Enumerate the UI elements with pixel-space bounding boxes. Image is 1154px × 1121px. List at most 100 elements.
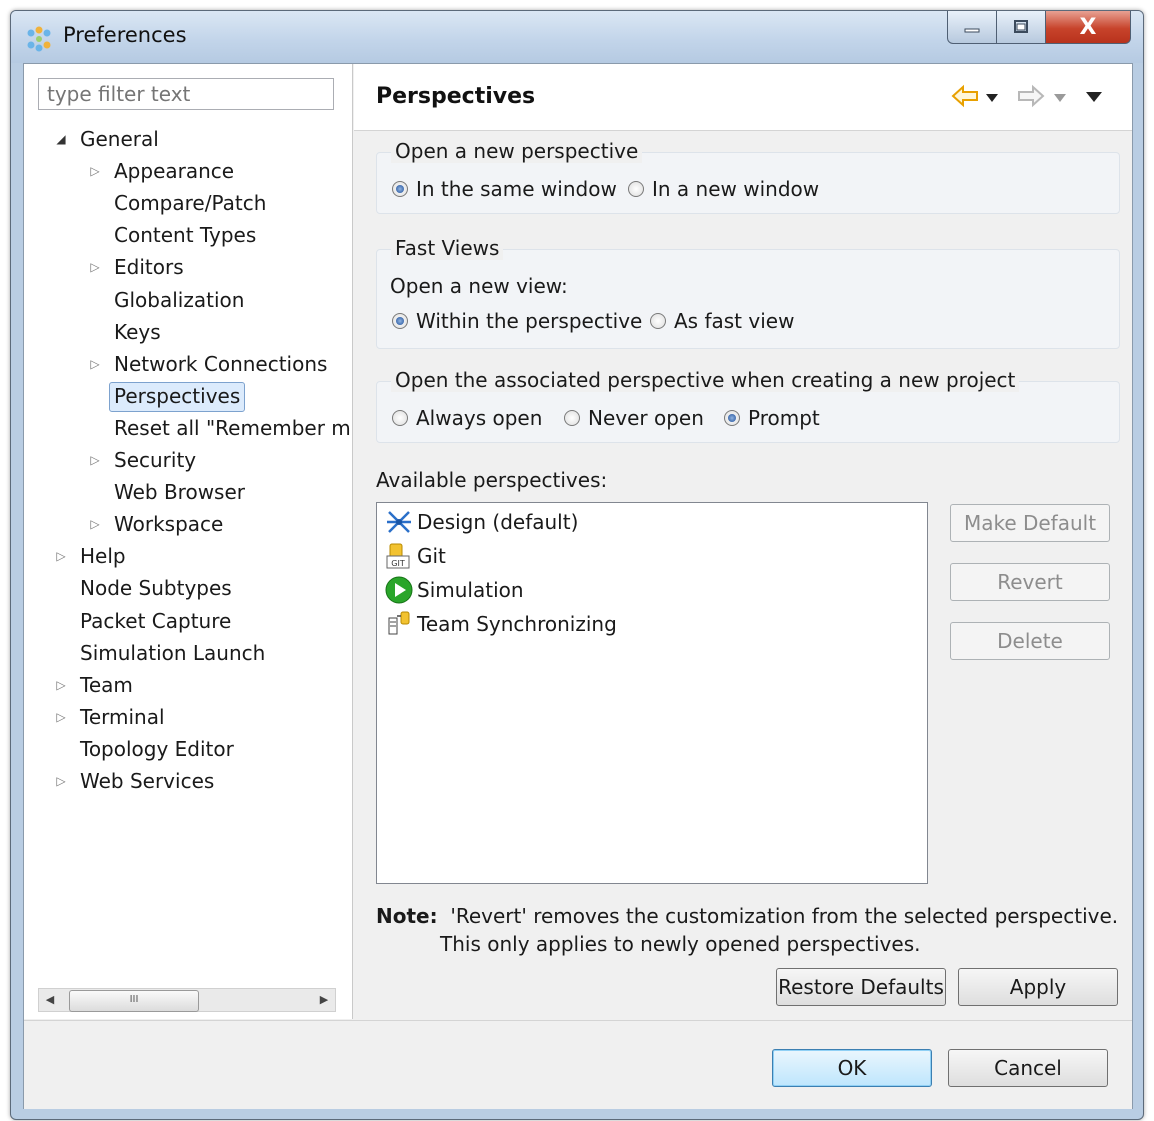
collapsed-arrow-icon[interactable]: ▷	[88, 252, 102, 282]
window-title: Preferences	[63, 23, 187, 47]
tree-item[interactable]: Globalization	[114, 285, 244, 315]
radio-label: In a new window	[652, 177, 820, 201]
filter-input[interactable]	[38, 78, 334, 110]
radio-button-icon[interactable]	[650, 313, 666, 329]
tree-item[interactable]: ▷ Help	[56, 541, 125, 571]
group-label: Open the associated perspective when cre…	[391, 368, 1020, 392]
tree-item-label: Simulation Launch	[80, 641, 266, 665]
tree-item[interactable]: Perspectives	[109, 381, 246, 412]
maximize-icon	[1014, 20, 1028, 33]
chevron-down-icon	[986, 94, 998, 102]
revert-button[interactable]: Revert	[950, 563, 1110, 601]
tree-item[interactable]: ▷ Network Connections	[90, 349, 327, 379]
tree-item[interactable]: Simulation Launch	[80, 638, 265, 668]
tree-item-label: Terminal	[80, 705, 165, 729]
collapsed-arrow-icon[interactable]: ▷	[54, 766, 68, 796]
perspective-label: Git	[417, 544, 446, 568]
collapsed-arrow-icon[interactable]: ▷	[88, 509, 102, 539]
tree-item-label: Packet Capture	[80, 609, 232, 633]
cancel-button[interactable]: Cancel	[948, 1049, 1108, 1087]
available-perspectives-label: Available perspectives:	[376, 468, 608, 492]
radio-as-fast-view[interactable]: As fast view	[650, 309, 794, 333]
list-item[interactable]: Team Synchronizing	[385, 609, 617, 639]
tree-item-label: Perspectives	[109, 382, 246, 412]
preferences-icon	[27, 26, 51, 52]
group-label: Open a new perspective	[391, 139, 643, 163]
collapsed-arrow-icon[interactable]: ▷	[88, 156, 102, 186]
list-item[interactable]: Simulation	[385, 575, 524, 605]
radio-always-open[interactable]: Always open	[392, 406, 542, 430]
view-menu-button[interactable]	[1084, 84, 1104, 112]
back-button[interactable]	[950, 84, 980, 112]
note-line-2: This only applies to newly opened perspe…	[440, 932, 921, 956]
expanded-arrow-icon[interactable]: ◢	[54, 124, 68, 154]
tree-item[interactable]: ◢ General	[56, 124, 159, 154]
forward-history-dropdown[interactable]	[1052, 84, 1068, 112]
tree-item[interactable]: Content Types	[114, 220, 256, 250]
scroll-right-arrow-icon[interactable]: ▶	[313, 989, 335, 1011]
team-synchronizing-icon	[388, 611, 410, 635]
collapsed-arrow-icon[interactable]: ▷	[88, 349, 102, 379]
tree-item[interactable]: ▷ Editors	[90, 252, 184, 282]
radio-within-perspective[interactable]: Within the perspective	[392, 309, 642, 333]
tree-item-label: Web Browser	[114, 480, 246, 504]
radio-new-window[interactable]: In a new window	[628, 177, 819, 201]
radio-same-window[interactable]: In the same window	[392, 177, 617, 201]
collapsed-arrow-icon[interactable]: ▷	[88, 445, 102, 475]
title-bar[interactable]: Preferences X	[11, 11, 1143, 63]
radio-button-icon[interactable]	[628, 181, 644, 197]
radio-button-icon[interactable]	[392, 181, 408, 197]
list-item[interactable]: Design (default)	[385, 507, 578, 537]
radio-button-icon[interactable]	[392, 410, 408, 426]
apply-button[interactable]: Apply	[958, 968, 1118, 1006]
tree-item[interactable]: ▷ Workspace	[90, 509, 223, 539]
tree-item[interactable]: Compare/Patch	[114, 188, 266, 218]
tree-item[interactable]: Node Subtypes	[80, 573, 232, 603]
radio-prompt[interactable]: Prompt	[724, 406, 820, 430]
tree-horizontal-scrollbar[interactable]: ◀ III ▶	[38, 988, 336, 1012]
tree-item[interactable]: Keys	[114, 317, 161, 347]
tree-item[interactable]: Web Browser	[114, 477, 245, 507]
maximize-button[interactable]	[996, 11, 1046, 44]
tree-item[interactable]: Packet Capture	[80, 606, 231, 636]
back-history-dropdown[interactable]	[984, 84, 1000, 112]
radio-button-icon[interactable]	[564, 410, 580, 426]
scroll-left-arrow-icon[interactable]: ◀	[39, 989, 61, 1011]
radio-label: Always open	[416, 406, 543, 430]
list-item[interactable]: GIT Git	[385, 541, 446, 571]
tree-item[interactable]: ▷ Web Services	[56, 766, 214, 796]
delete-button[interactable]: Delete	[950, 622, 1110, 660]
tree-item[interactable]: ▷ Appearance	[90, 156, 234, 186]
collapsed-arrow-icon[interactable]: ▷	[54, 670, 68, 700]
perspective-label: Simulation	[417, 578, 524, 602]
view-menu-icon	[1086, 92, 1102, 102]
close-button[interactable]: X	[1045, 11, 1131, 44]
tree-item[interactable]: Reset all "Remember m	[114, 413, 351, 443]
dialog-button-bar: OK Cancel	[24, 1020, 1132, 1109]
tree-item-label: Security	[114, 448, 197, 472]
radio-button-icon[interactable]	[724, 410, 740, 426]
tree-item-label: Team	[80, 673, 133, 697]
ok-button[interactable]: OK	[772, 1049, 932, 1087]
perspectives-list[interactable]: Design (default) GIT Git Simulation Team…	[376, 502, 928, 884]
tree-item[interactable]: ▷ Security	[90, 445, 197, 475]
radio-never-open[interactable]: Never open	[564, 406, 704, 430]
collapsed-arrow-icon[interactable]: ▷	[54, 702, 68, 732]
restore-defaults-button[interactable]: Restore Defaults	[776, 968, 946, 1006]
tree-item-label: General	[80, 127, 159, 151]
tree-item[interactable]: ▷ Team	[56, 670, 133, 700]
radio-label: Prompt	[748, 406, 820, 430]
tree-item-label: Editors	[114, 255, 184, 279]
radio-label: Within the perspective	[416, 309, 643, 333]
forward-arrow-icon	[1018, 84, 1045, 108]
minimize-button[interactable]	[947, 11, 997, 44]
tree-item[interactable]: Topology Editor	[80, 734, 234, 764]
make-default-button[interactable]: Make Default	[950, 504, 1110, 542]
forward-button[interactable]	[1016, 84, 1046, 112]
scroll-thumb[interactable]: III	[69, 990, 199, 1012]
tree-item-label: Topology Editor	[80, 737, 234, 761]
perspective-label: Design (default)	[417, 510, 579, 534]
tree-item[interactable]: ▷ Terminal	[56, 702, 165, 732]
collapsed-arrow-icon[interactable]: ▷	[54, 541, 68, 571]
radio-button-icon[interactable]	[392, 313, 408, 329]
